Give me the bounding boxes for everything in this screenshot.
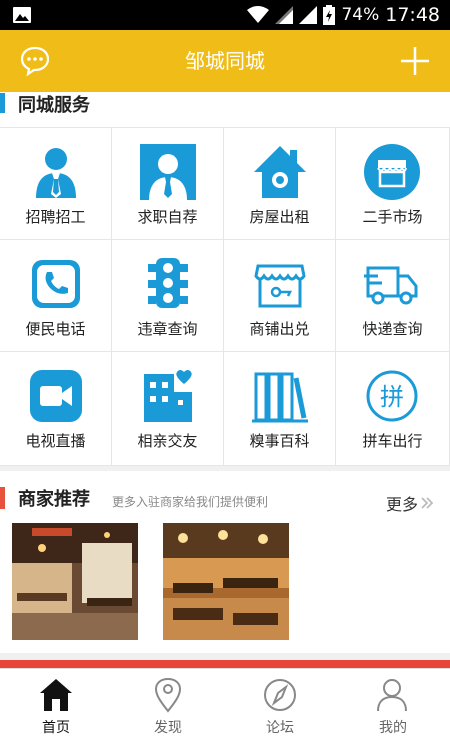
service-label: 房屋出租	[249, 208, 310, 226]
tab-label: 论坛	[266, 720, 294, 736]
battery-percentage: 74%	[341, 5, 380, 25]
store-icon	[254, 264, 306, 308]
service-job-seek[interactable]: 求职自荐	[112, 128, 224, 240]
clock: 17:48	[385, 4, 440, 26]
tab-me[interactable]: 我的	[336, 669, 450, 746]
job-seeker-icon	[140, 144, 196, 200]
page-title: 邹城同城	[185, 49, 265, 73]
merchant-photo-1[interactable]	[12, 523, 138, 640]
phone-icon	[32, 260, 80, 308]
map-pin-icon	[154, 677, 182, 713]
bottom-tab-bar: 首页 发现 论坛 我的	[0, 668, 450, 746]
house-icon	[254, 146, 306, 198]
recruit-person-icon	[36, 148, 76, 198]
building-heart-icon	[144, 370, 192, 422]
service-label: 糗事百科	[249, 432, 310, 450]
service-phone[interactable]: 便民电话	[0, 240, 112, 352]
service-label: 相亲交友	[137, 432, 198, 450]
merchant-accent-bar	[0, 487, 5, 509]
service-carpool[interactable]: 拼 拼车出行	[336, 352, 450, 466]
tab-label: 首页	[42, 720, 70, 736]
more-label: 更多	[385, 495, 418, 514]
service-label: 求职自荐	[137, 208, 198, 226]
image-notification-icon	[13, 7, 31, 23]
delivery-truck-icon	[364, 266, 418, 305]
books-icon	[252, 372, 308, 423]
restaurant-interior-image	[12, 523, 138, 640]
service-dating[interactable]: 相亲交友	[112, 352, 224, 466]
tab-home[interactable]: 首页	[0, 669, 112, 746]
services-section-header: 同城服务	[0, 92, 450, 127]
compass-icon	[264, 679, 296, 711]
services-title: 同城服务	[18, 95, 90, 116]
more-link[interactable]: 更多	[386, 491, 434, 515]
merchant-subtitle: 更多入驻商家给我们提供便利	[112, 495, 269, 509]
service-express[interactable]: 快递查询	[336, 240, 450, 352]
service-label: 二手市场	[362, 208, 423, 226]
video-camera-icon	[30, 370, 82, 422]
service-tv-live[interactable]: 电视直播	[0, 352, 112, 466]
merchant-section: 商家推荐 更多入驻商家给我们提供便利 更多	[0, 471, 450, 653]
tab-discover[interactable]: 发现	[112, 669, 224, 746]
restaurant-dining-image	[163, 523, 289, 640]
profile-icon	[377, 679, 407, 712]
service-violation[interactable]: 违章查询	[112, 240, 224, 352]
carpool-pin-icon: 拼	[366, 370, 418, 422]
plus-icon[interactable]	[399, 45, 431, 77]
service-label: 电视直播	[25, 432, 86, 450]
service-second-hand[interactable]: 二手市场	[336, 128, 450, 240]
app-header: 邹城同城	[0, 30, 450, 92]
shop-awning-icon	[364, 144, 420, 200]
service-label: 快递查询	[362, 320, 423, 338]
section-accent-bar	[0, 93, 5, 113]
merchant-photo-2[interactable]	[163, 523, 289, 640]
signal-icon	[275, 6, 294, 24]
service-funny-stories[interactable]: 糗事百科	[224, 352, 336, 466]
wifi-icon	[247, 6, 270, 23]
service-store-transfer[interactable]: 商铺出兑	[224, 240, 336, 352]
service-label: 便民电话	[25, 320, 86, 338]
status-bar: 74% 17:48	[0, 0, 450, 30]
tab-label: 我的	[379, 720, 407, 736]
service-recruit[interactable]: 招聘招工	[0, 128, 112, 240]
service-label: 商铺出兑	[249, 320, 310, 338]
double-chevron-right-icon	[421, 497, 434, 509]
tab-label: 发现	[154, 720, 182, 736]
merchant-title: 商家推荐	[18, 489, 90, 510]
banner-strip	[0, 660, 450, 668]
battery-icon	[323, 5, 336, 25]
traffic-light-icon	[148, 258, 188, 308]
service-label: 拼车出行	[362, 432, 423, 450]
service-label: 违章查询	[137, 320, 198, 338]
signal-icon-2	[299, 6, 318, 24]
services-grid: 招聘招工 求职自荐 房屋出租 二手市场 便民电话 违章查询 商铺出兑 快递查询 …	[0, 127, 450, 466]
home-icon	[40, 679, 72, 711]
service-label: 招聘招工	[25, 208, 86, 226]
service-house-rent[interactable]: 房屋出租	[224, 128, 336, 240]
tab-forum[interactable]: 论坛	[224, 669, 336, 746]
svg-text:拼: 拼	[380, 383, 404, 411]
